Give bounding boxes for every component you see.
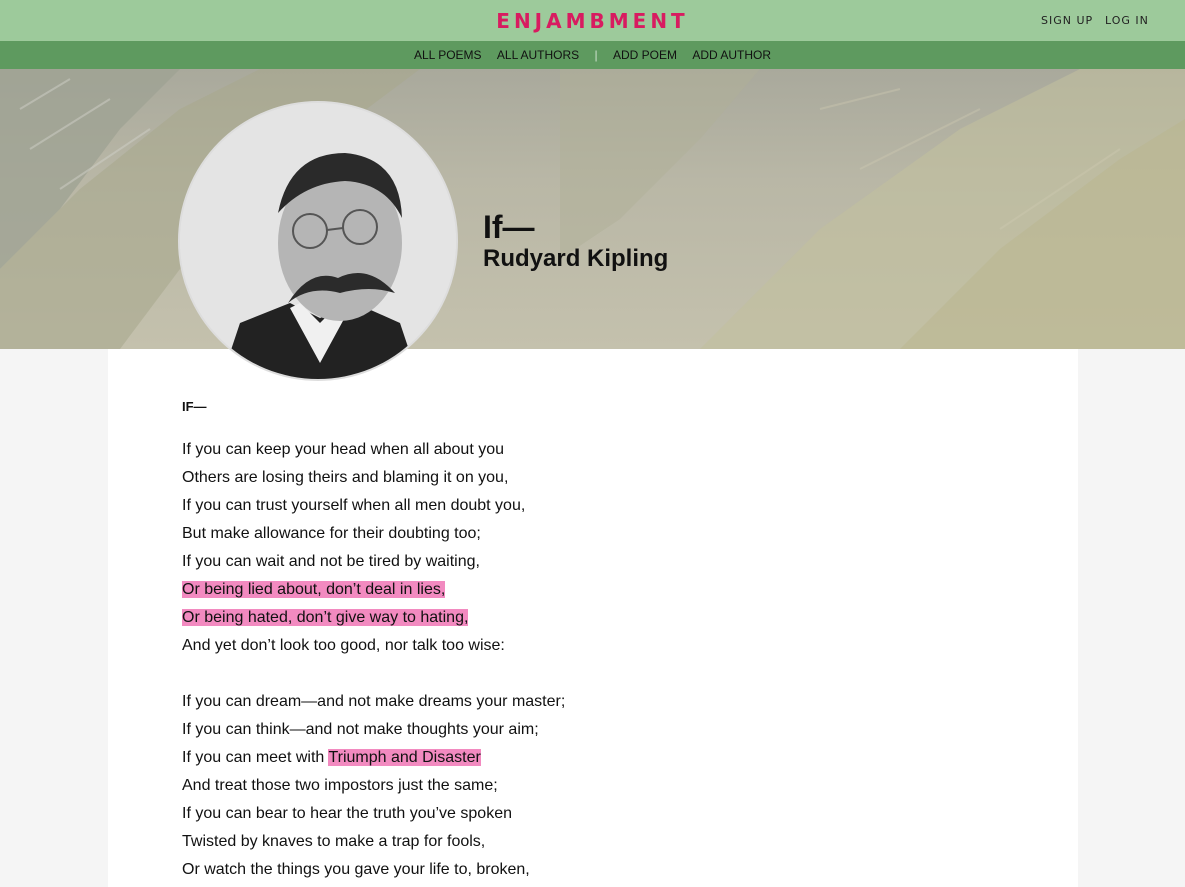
poem-line: Or being lied about, don’t deal in lies, — [182, 580, 882, 608]
poem-line: Others are losing theirs and blaming it … — [182, 468, 882, 496]
poem-line: If you can trust yourself when all men d… — [182, 496, 882, 524]
poem-line: If you can bear to hear the truth you’ve… — [182, 804, 882, 832]
hero-banner — [0, 69, 1185, 349]
top-header: ENJAMBMENT SIGN UP LOG IN — [0, 0, 1185, 41]
poem-line: But make allowance for their doubting to… — [182, 524, 882, 552]
poem-body: IF— If you can keep your head when all a… — [182, 398, 882, 887]
nav-all-poems[interactable]: ALL POEMS — [414, 48, 482, 62]
poem-line-text: If you can bear to hear the truth you’ve… — [182, 805, 512, 822]
poem-author[interactable]: Rudyard Kipling — [483, 245, 668, 273]
poem-title: If— — [483, 209, 535, 245]
poem-line-text: If you can meet with — [182, 749, 329, 766]
log-in-link[interactable]: LOG IN — [1105, 14, 1149, 27]
poem-line-text: If you can keep your head when all about… — [182, 441, 504, 458]
poem-line-text: And treat those two impostors just the s… — [182, 777, 498, 794]
poem-line: And yet don’t look too good, nor talk to… — [182, 636, 882, 664]
poem-line: Or being hated, don’t give way to hating… — [182, 608, 882, 636]
poem-line-text: Twisted by knaves to make a trap for foo… — [182, 833, 486, 850]
portrait-icon — [180, 103, 456, 379]
poem-line: If you can dream—and not make dreams you… — [182, 692, 882, 720]
poem-line: And treat those two impostors just the s… — [182, 776, 882, 804]
poem-line: If you can think—and not make thoughts y… — [182, 720, 882, 748]
sign-up-link[interactable]: SIGN UP — [1041, 14, 1093, 27]
highlighted-text[interactable]: Or being lied about, don’t deal in lies, — [182, 581, 446, 598]
highlighted-text[interactable]: Or being hated, don’t give way to hating… — [182, 609, 469, 626]
poem-heading: IF— — [182, 399, 207, 414]
poem-line-text: If you can dream—and not make dreams you… — [182, 693, 566, 710]
poem-line-text: If you can wait and not be tired by wait… — [182, 553, 480, 570]
poem-line: Twisted by knaves to make a trap for foo… — [182, 832, 882, 860]
nav-separator: | — [594, 48, 598, 62]
nav-add-author[interactable]: ADD AUTHOR — [692, 48, 771, 62]
poem-line: If you can wait and not be tired by wait… — [182, 552, 882, 580]
nav-add-poem[interactable]: ADD POEM — [613, 48, 677, 62]
poem-lines: If you can keep your head when all about… — [182, 440, 882, 887]
author-portrait — [178, 101, 458, 381]
poem-line-text: Or watch the things you gave your life t… — [182, 861, 530, 878]
poem-line: Or watch the things you gave your life t… — [182, 860, 882, 887]
poem-line-text: But make allowance for their doubting to… — [182, 525, 481, 542]
poem-line-text: And yet don’t look too good, nor talk to… — [182, 637, 505, 654]
poem-stanza-break — [182, 664, 882, 692]
poem-line-text: Others are losing theirs and blaming it … — [182, 469, 509, 486]
highlighted-text[interactable]: Triumph and Disaster — [328, 749, 481, 766]
mountain-background — [0, 69, 1185, 349]
poem-line-text: If you can trust yourself when all men d… — [182, 497, 526, 514]
poem-line-text: If you can think—and not make thoughts y… — [182, 721, 539, 738]
poem-line: If you can keep your head when all about… — [182, 440, 882, 468]
poem-line: If you can meet with Triumph and Disaste… — [182, 748, 882, 776]
main-nav: ALL POEMS ALL AUTHORS | ADD POEM ADD AUT… — [0, 41, 1185, 69]
site-logo[interactable]: ENJAMBMENT — [0, 9, 1185, 33]
nav-all-authors[interactable]: ALL AUTHORS — [497, 48, 579, 62]
